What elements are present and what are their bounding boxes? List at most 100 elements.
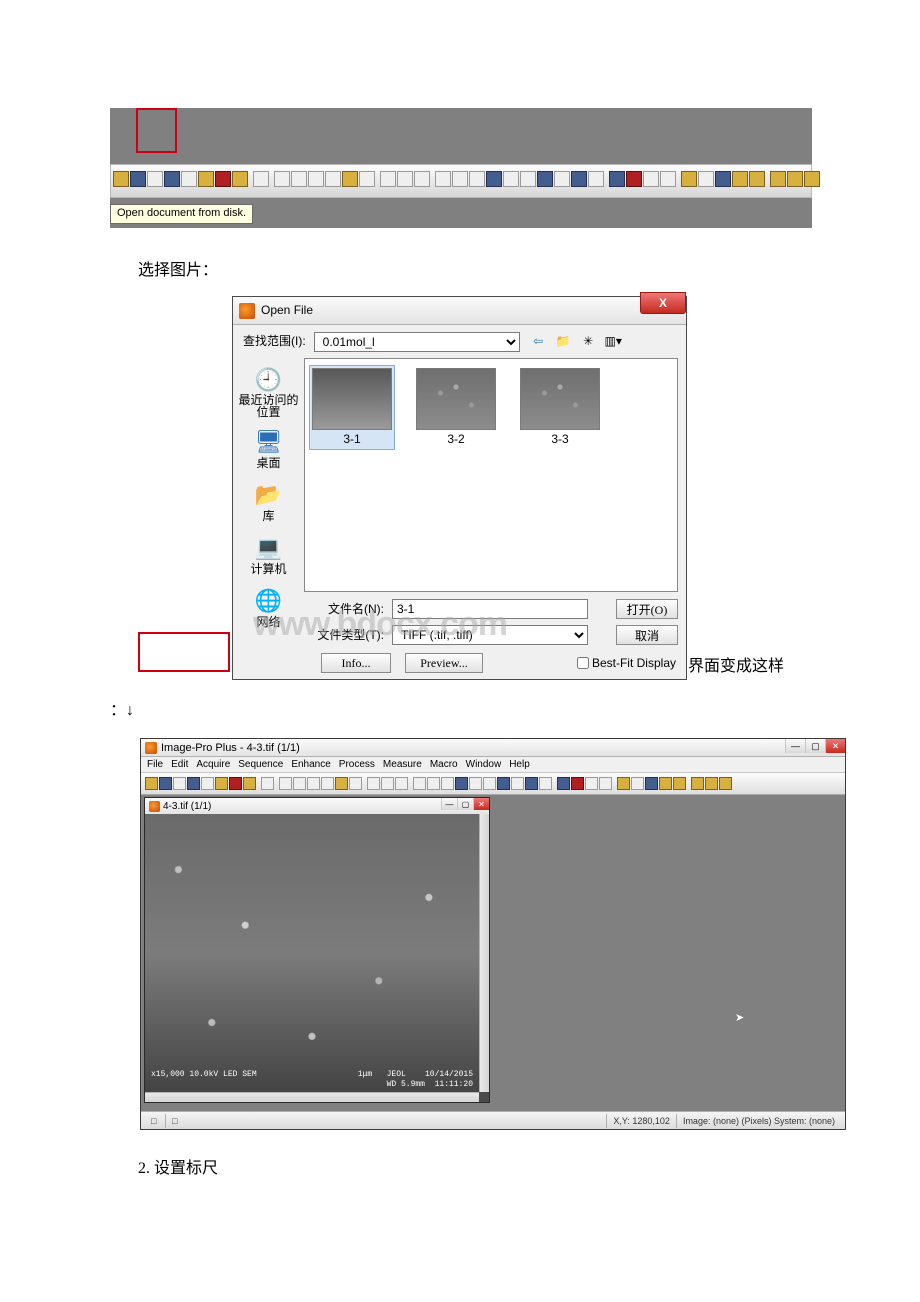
undo-icon[interactable] [253,171,269,187]
bestfit-checkbox[interactable]: Best-Fit Display [577,656,676,671]
cancel-button[interactable]: 取消 [616,625,678,645]
zoom-in-icon[interactable] [380,171,396,187]
wand-icon[interactable] [359,171,375,187]
color-icon[interactable] [770,171,786,187]
menu-item[interactable]: Acquire [196,759,230,770]
filename-input[interactable] [392,599,588,619]
contrast-icon[interactable] [452,171,468,187]
cal-icon[interactable] [732,171,748,187]
file-thumb[interactable]: 3-2 [413,365,499,450]
menu-item[interactable]: Help [509,759,530,770]
tb-icon[interactable] [599,777,612,790]
tb-icon[interactable] [525,777,538,790]
tb-icon[interactable] [585,777,598,790]
menu-item[interactable]: File [147,759,163,770]
menu-item[interactable]: Macro [430,759,458,770]
measure-icon[interactable] [626,171,642,187]
tb-icon[interactable] [719,777,732,790]
place-network[interactable]: 🌐 网络 [252,585,286,630]
chart-icon[interactable] [609,171,625,187]
tb-icon[interactable] [261,777,274,790]
open-button[interactable]: 打开(O) [616,599,678,619]
profile-icon[interactable] [715,171,731,187]
preview-button[interactable]: Preview... [405,653,483,673]
menu-item[interactable]: Process [339,759,375,770]
tb-icon[interactable] [201,777,214,790]
file-thumb[interactable]: 3-3 [517,365,603,450]
tb-icon[interactable] [159,777,172,790]
maximize-icon[interactable]: ▢ [805,739,825,753]
seg-icon[interactable] [537,171,553,187]
tb-icon[interactable] [673,777,686,790]
overlay-icon[interactable] [520,171,536,187]
info-button[interactable]: Info... [321,653,391,673]
back-icon[interactable]: ⇦ [528,331,549,352]
tb-icon[interactable] [691,777,704,790]
tb-icon[interactable] [497,777,510,790]
close-icon[interactable]: ✕ [825,739,845,753]
tag-icon[interactable] [698,171,714,187]
vertical-scrollbar[interactable] [479,814,489,1092]
freehand-icon[interactable] [342,171,358,187]
tb-icon[interactable] [413,777,426,790]
tb-icon[interactable] [229,777,242,790]
tb-icon[interactable] [395,777,408,790]
tb-icon[interactable] [293,777,306,790]
tb-icon[interactable] [367,777,380,790]
view-icon[interactable]: ▥▾ [603,331,624,352]
count-icon[interactable] [554,171,570,187]
zoom-out-icon[interactable] [397,171,413,187]
tb-icon[interactable] [571,777,584,790]
fit-icon[interactable] [414,171,430,187]
tb-icon[interactable] [187,777,200,790]
line-icon[interactable] [660,171,676,187]
tb-icon[interactable] [321,777,334,790]
rect-icon[interactable] [291,171,307,187]
caliper-icon[interactable] [643,171,659,187]
hist-icon[interactable] [435,171,451,187]
open-icon[interactable] [113,171,129,187]
minimize-icon[interactable]: — [785,739,805,753]
camera-icon[interactable] [164,171,180,187]
save-icon[interactable] [130,171,146,187]
tb-icon[interactable] [539,777,552,790]
tb-icon[interactable] [349,777,362,790]
doc-minimize-icon[interactable]: — [441,798,457,810]
select-icon[interactable] [274,171,290,187]
arrow-icon[interactable] [181,171,197,187]
place-desktop[interactable]: 🖥 桌面 [252,426,286,471]
ellipse-icon[interactable] [308,171,324,187]
file-thumb[interactable]: 3-1 [309,365,395,450]
report-icon[interactable] [749,171,765,187]
tb-icon[interactable] [173,777,186,790]
levels-icon[interactable] [469,171,485,187]
print-icon[interactable] [198,171,214,187]
tb-icon[interactable] [243,777,256,790]
tb-icon[interactable] [145,777,158,790]
dialog-titlebar[interactable]: Open File X [233,297,686,325]
menu-item[interactable]: Edit [171,759,188,770]
tb-icon[interactable] [631,777,644,790]
sort-icon[interactable] [571,171,587,187]
filter-icon[interactable] [486,171,502,187]
menu-item[interactable]: Enhance [291,759,330,770]
tb-icon[interactable] [483,777,496,790]
macro-icon[interactable] [215,171,231,187]
tb-icon[interactable] [279,777,292,790]
tb-icon[interactable] [455,777,468,790]
place-recent[interactable]: 🕘 最近访问的位置 [233,364,304,418]
menu-item[interactable]: Measure [383,759,422,770]
tb-icon[interactable] [617,777,630,790]
tb-icon[interactable] [335,777,348,790]
data-icon[interactable] [588,171,604,187]
horizontal-scrollbar[interactable] [145,1092,479,1102]
tb-icon[interactable] [705,777,718,790]
psc-icon[interactable] [804,171,820,187]
place-computer[interactable]: 💻 计算机 [250,532,286,577]
tb-icon[interactable] [557,777,570,790]
fft-icon[interactable] [503,171,519,187]
tb-icon[interactable] [441,777,454,790]
doc-maximize-icon[interactable]: ▢ [457,798,473,810]
place-library[interactable]: 📂 库 [252,479,286,524]
trace-icon[interactable] [681,171,697,187]
